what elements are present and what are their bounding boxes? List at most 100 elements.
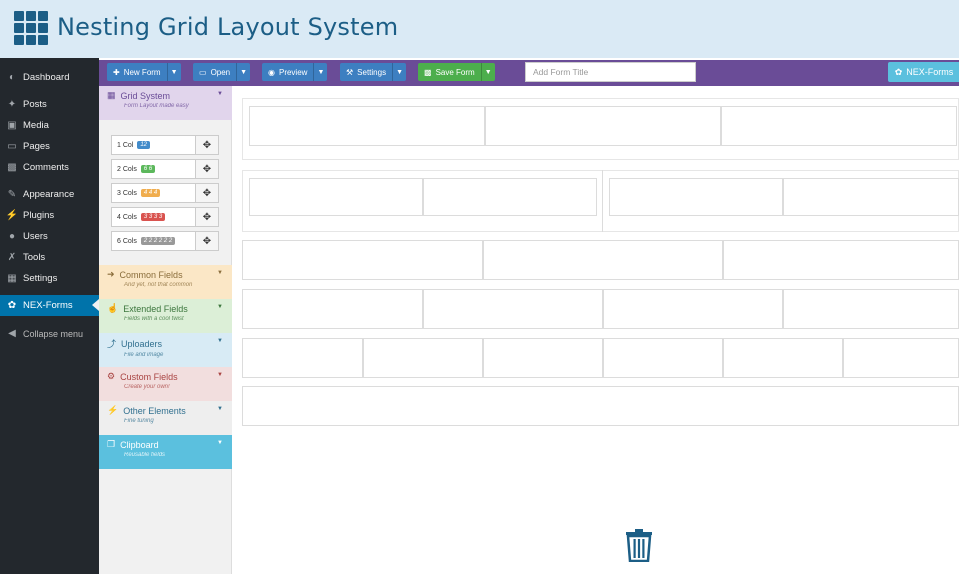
grid-tool-badge: 2 2 2 2 2 2: [140, 237, 176, 245]
grid-cell[interactable]: [249, 106, 485, 146]
collapse-menu-label: Collapse menu: [23, 328, 84, 339]
grid-tool-2-cols[interactable]: 2 Cols 6 6 ✥: [111, 159, 219, 179]
sidebar-item-comments[interactable]: ▩ Comments: [0, 157, 99, 178]
grid-system-section[interactable]: ▦ Grid System Form Layout made easy ▼: [99, 86, 232, 120]
grid-cell[interactable]: [249, 178, 423, 216]
grid-cell[interactable]: [609, 178, 783, 216]
grid-tool-6-cols[interactable]: 6 Cols 2 2 2 2 2 2 ✥: [111, 231, 219, 251]
grid-cell[interactable]: [783, 289, 959, 329]
grid-tool-3-cols[interactable]: 3 Cols 4 4 4 ✥: [111, 183, 219, 203]
save-form-dropdown[interactable]: ▼: [480, 63, 495, 81]
dashboard-icon: ◐: [8, 72, 16, 83]
grid-tool-badge: 3 3 3 3: [140, 213, 166, 221]
sidebar-item-label: Users: [23, 231, 48, 242]
grid-tool-4-cols[interactable]: 4 Cols 3 3 3 3 ✥: [111, 207, 219, 227]
upload-icon: ⤴: [107, 339, 117, 349]
preview-dropdown[interactable]: ▼: [313, 63, 328, 81]
grid-cell[interactable]: [483, 240, 723, 280]
grid-cell[interactable]: [423, 178, 597, 216]
grid-cell[interactable]: [242, 240, 483, 280]
clipboard-section[interactable]: ❐ Clipboard Reusable fields ▼: [99, 435, 232, 469]
new-form-button[interactable]: ✚ New Form ▼: [107, 63, 181, 81]
sidebar-item-plugins[interactable]: ⚡ Plugins: [0, 205, 99, 226]
extended-fields-section[interactable]: ☝ Extended Fields Fields with a cool twis…: [99, 299, 232, 333]
wrench-icon: ✗: [7, 252, 17, 263]
grid-cell[interactable]: [843, 338, 959, 378]
move-icon[interactable]: ✥: [196, 183, 219, 203]
grid-tool-label: 4 Cols: [117, 213, 137, 221]
move-icon[interactable]: ✥: [196, 135, 219, 155]
caret-down-icon: ▼: [217, 338, 223, 344]
custom-fields-section[interactable]: ⚙ Custom Fields Create your own! ▼: [99, 367, 232, 401]
sidebar-item-posts[interactable]: ✦ Posts: [0, 94, 99, 115]
preview-label: Preview: [278, 67, 308, 77]
sidebar-item-media[interactable]: ▣ Media: [0, 115, 99, 136]
grid-cell[interactable]: [723, 338, 843, 378]
common-fields-section[interactable]: ➜ Common Fields And yet, not that common …: [99, 265, 232, 299]
trash-icon[interactable]: [625, 528, 653, 562]
move-icon[interactable]: ✥: [196, 231, 219, 251]
grid-cell[interactable]: [723, 240, 959, 280]
settings-dropdown[interactable]: ▼: [392, 63, 407, 81]
grid-tool-badge: 12: [137, 141, 151, 149]
sidebar-item-users[interactable]: ● Users: [0, 226, 99, 247]
section-subtitle: Fine tuning: [124, 418, 154, 424]
caret-down-icon: ▼: [217, 304, 223, 310]
grid-cell[interactable]: [363, 338, 483, 378]
move-icon[interactable]: ✥: [196, 207, 219, 227]
settings-icon: ▦: [7, 273, 17, 284]
form-canvas[interactable]: [232, 86, 959, 574]
wrench-icon: ⚒: [346, 67, 354, 77]
sidebar-item-appearance[interactable]: ✎ Appearance: [0, 184, 99, 205]
open-button[interactable]: ▭ Open ▼: [193, 63, 251, 81]
sidebar-item-tools[interactable]: ✗ Tools: [0, 247, 99, 268]
brush-icon: ✎: [7, 189, 17, 200]
sidebar-item-label: Plugins: [23, 210, 55, 221]
section-title: Uploaders: [121, 338, 163, 349]
grid-cell[interactable]: [242, 289, 423, 329]
collapse-menu-button[interactable]: ◀ Collapse menu: [0, 323, 99, 344]
new-form-dropdown[interactable]: ▼: [166, 63, 181, 81]
grid-cell[interactable]: [423, 289, 603, 329]
grid-cell[interactable]: [603, 338, 723, 378]
nex-forms-button[interactable]: ✿ NEX-Forms: [888, 62, 959, 82]
grid-cell[interactable]: [603, 289, 783, 329]
cog-icon: ⚙: [107, 371, 116, 381]
uploaders-section[interactable]: ⤴ Uploaders File and image ▼: [99, 333, 232, 367]
sidebar-item-pages[interactable]: ▭ Pages: [0, 136, 99, 157]
sidebar-item-nex-forms[interactable]: ✿ NEX-Forms: [0, 295, 99, 316]
section-title: Custom Fields: [120, 371, 178, 382]
grid-tool-1-col[interactable]: 1 Col 12 ✥: [111, 135, 219, 155]
clipboard-icon: ❐: [107, 439, 116, 449]
move-icon[interactable]: ✥: [196, 159, 219, 179]
caret-down-icon: ▼: [317, 68, 325, 76]
settings-button[interactable]: ⚒ Settings ▼: [340, 63, 407, 81]
caret-down-icon: ▼: [217, 440, 223, 446]
arrow-right-icon: ➜: [107, 269, 115, 279]
grid-tool-label: 2 Cols: [117, 165, 137, 173]
grid-cell[interactable]: [485, 106, 721, 146]
preview-button[interactable]: ◉ Preview ▼: [262, 63, 328, 81]
caret-down-icon: ▼: [217, 406, 223, 412]
grid-cell[interactable]: [721, 106, 957, 146]
column-divider: [602, 170, 603, 232]
caret-down-icon: ▼: [217, 270, 223, 276]
caret-down-icon: ▼: [170, 68, 178, 76]
open-dropdown[interactable]: ▼: [236, 63, 251, 81]
grid-cell[interactable]: [483, 338, 603, 378]
bolt-icon: ⚡: [107, 405, 119, 415]
sidebar-item-dashboard[interactable]: ◐ Dashboard: [0, 67, 99, 88]
section-title: Other Elements: [123, 405, 186, 416]
section-title: Extended Fields: [123, 303, 188, 314]
caret-down-icon: ▼: [396, 68, 404, 76]
grid-cell[interactable]: [783, 178, 959, 216]
sidebar-item-label: NEX-Forms: [23, 300, 73, 311]
sidebar-item-settings[interactable]: ▦ Settings: [0, 268, 99, 289]
grid-cell[interactable]: [242, 386, 959, 426]
other-elements-section[interactable]: ⚡ Other Elements Fine tuning ▼: [99, 401, 232, 435]
save-form-button[interactable]: ▩ Save Form ▼: [418, 63, 495, 81]
open-label: Open: [210, 67, 231, 77]
form-title-input[interactable]: [525, 62, 696, 82]
grid-cell[interactable]: [242, 338, 363, 378]
caret-down-icon: ▼: [240, 68, 248, 76]
